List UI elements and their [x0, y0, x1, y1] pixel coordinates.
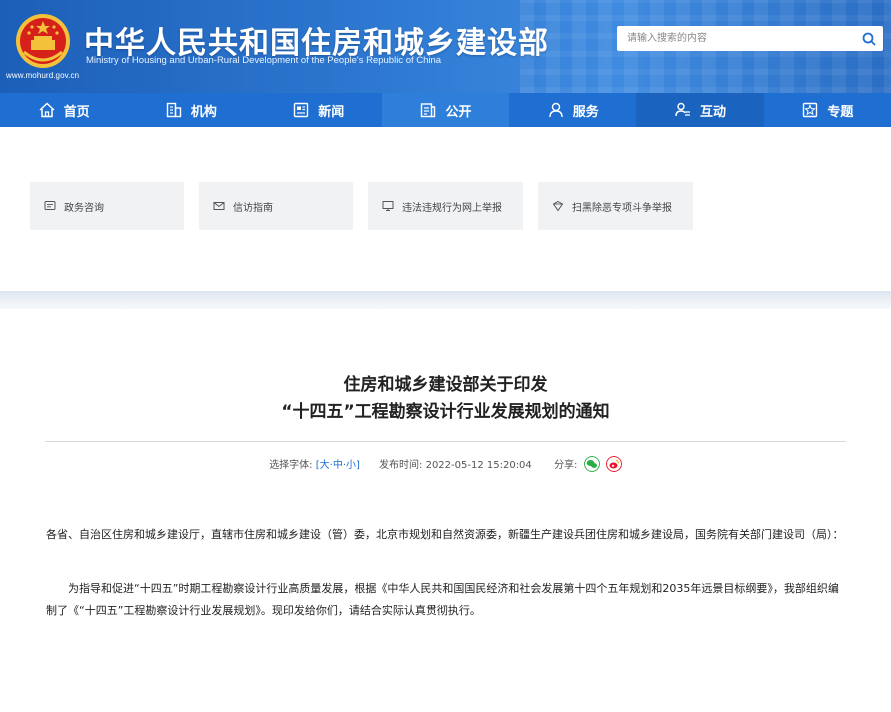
public-info-icon [421, 103, 436, 118]
main-nav: 首页 机构 新闻 公开 服务 互动 专题 [0, 93, 891, 127]
quick-link-label: 政务咨询 [64, 202, 104, 214]
nav-label: 服务 [572, 104, 599, 120]
search-icon [862, 32, 876, 46]
nav-label: 互动 [700, 104, 727, 120]
publish-time-value: 2022-05-12 15:20:04 [425, 460, 532, 471]
search-box [617, 26, 883, 51]
nav-label: 公开 [445, 104, 472, 120]
nav-item-interaction[interactable]: 互动 [636, 93, 764, 127]
nav-item-topic[interactable]: 专题 [764, 93, 891, 127]
font-large-link[interactable]: 大 [320, 460, 330, 471]
wechat-share-icon[interactable] [583, 456, 600, 472]
nav-label: 首页 [63, 104, 90, 120]
font-size-label: 选择字体: [269, 460, 313, 471]
monitor-icon [382, 201, 394, 211]
article-paragraph-addressees: 各省、自治区住房和城乡建设厅，直辖市住房和城乡建设（管）委，北京市规划和自然资源… [46, 528, 844, 541]
home-icon [39, 102, 55, 118]
nav-item-news[interactable]: 新闻 [255, 93, 382, 127]
shield-icon [552, 200, 564, 212]
article-paragraph-body: 为指导和促进“十四五”时期工程勘察设计行业高质量发展，根据《中华人民共和国国民经… [46, 582, 839, 617]
quick-link-crime-report[interactable]: 扫黑除恶专项斗争举报 [538, 182, 693, 230]
article-meta: 选择字体: [大·中·小] 发布时间: 2022-05-12 15:20:04 … [0, 456, 891, 473]
mail-icon [213, 202, 225, 210]
font-bracket-close: ] [356, 460, 360, 471]
nav-item-organization[interactable]: 机构 [127, 93, 254, 127]
nav-item-home[interactable]: 首页 [0, 93, 127, 127]
weibo-share-icon[interactable] [605, 456, 622, 472]
site-url: www.mohurd.gov.cn [6, 71, 80, 80]
quick-link-petition-guide[interactable]: 信访指南 [199, 182, 353, 230]
topic-icon [803, 102, 818, 118]
nav-item-public[interactable]: 公开 [381, 93, 510, 127]
nav-label: 专题 [827, 104, 854, 120]
quick-link-label: 信访指南 [233, 202, 273, 214]
article-title-line2: “十四五”工程勘察设计行业发展规划的通知 [281, 402, 610, 422]
quick-link-consult[interactable]: 政务咨询 [30, 182, 184, 230]
nav-label: 新闻 [318, 104, 345, 120]
nav-label: 机构 [190, 104, 217, 120]
search-input[interactable] [617, 27, 855, 50]
quick-link-label: 违法违规行为网上举报 [402, 202, 502, 214]
quick-link-violation-report[interactable]: 违法违规行为网上举报 [368, 182, 523, 230]
share-label: 分享: [554, 460, 578, 471]
article-title-line1: 住房和城乡建设部关于印发 [343, 375, 548, 395]
title-divider [45, 441, 846, 442]
news-icon [293, 102, 309, 118]
national-emblem-icon[interactable] [14, 12, 72, 70]
message-icon [44, 201, 56, 210]
font-small-link[interactable]: 小 [346, 460, 356, 471]
search-button[interactable] [855, 26, 883, 51]
quick-link-label: 扫黑除恶专项斗争举报 [572, 202, 672, 214]
site-subtitle: Ministry of Housing and Urban-Rural Deve… [86, 55, 442, 66]
publish-time-label: 发布时间: [379, 460, 423, 471]
organization-icon [166, 102, 182, 118]
service-icon [549, 102, 563, 118]
site-header: www.mohurd.gov.cn 中华人民共和国住房和城乡建设部 Minist… [0, 0, 891, 93]
section-divider-band [0, 291, 891, 309]
nav-item-service[interactable]: 服务 [509, 93, 636, 127]
interaction-icon [675, 102, 691, 117]
font-medium-link[interactable]: 中 [333, 460, 343, 471]
